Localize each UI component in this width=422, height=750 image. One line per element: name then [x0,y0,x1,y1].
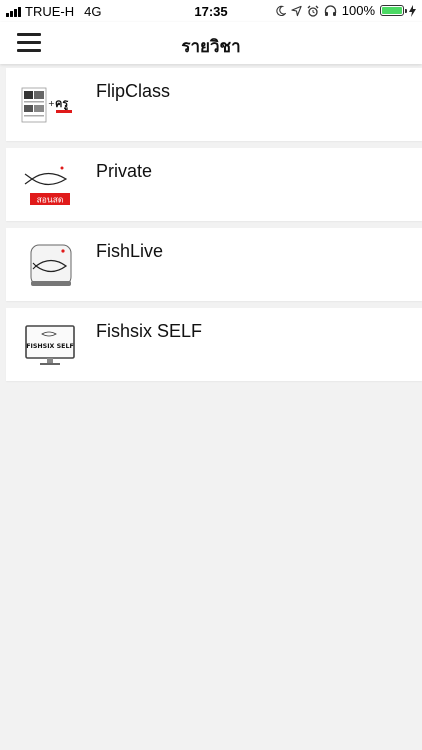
svg-text:สอนสด: สอนสด [37,196,64,206]
location-arrow-icon [291,5,302,16]
battery-icon [380,5,407,16]
course-item-fishsix-self[interactable]: FISHSIX SELF Fishsix SELF [6,308,422,381]
course-item-private[interactable]: สอนสด Private [6,148,422,221]
course-title: Private [96,161,153,181]
moon-icon [276,5,286,16]
svg-text:ครู: ครู [55,97,68,111]
battery-percent: 100% [341,3,375,18]
charging-bolt-icon [409,4,416,17]
private-fish-icon: สอนสด [24,166,70,206]
status-right: 100% [275,3,416,18]
headphones-icon [324,4,336,16]
svg-text:FISHSIX SELF: FISHSIX SELF [26,343,74,350]
page-title: รายวิชา [181,37,241,56]
course-title: FlipClass [96,81,171,101]
nav-bar: รายวิชา [0,22,422,64]
course-title: FishLive [96,241,164,261]
status-bar: TRUE-H 4G 17:35 100% [0,0,422,22]
svg-text:+: + [48,99,55,108]
course-list: + ครู FlipClass สอนสด Private FishLive F… [6,68,422,388]
flipclass-thumbnail-icon: + ครู [21,87,72,123]
fishlive-app-icon [30,244,72,286]
course-item-flipclass[interactable]: + ครู FlipClass [6,68,422,141]
fishsix-self-monitor-icon: FISHSIX SELF [25,325,75,365]
course-title: Fishsix SELF [96,321,203,341]
course-item-fishlive[interactable]: FishLive [6,228,422,301]
alarm-clock-icon [307,5,319,17]
